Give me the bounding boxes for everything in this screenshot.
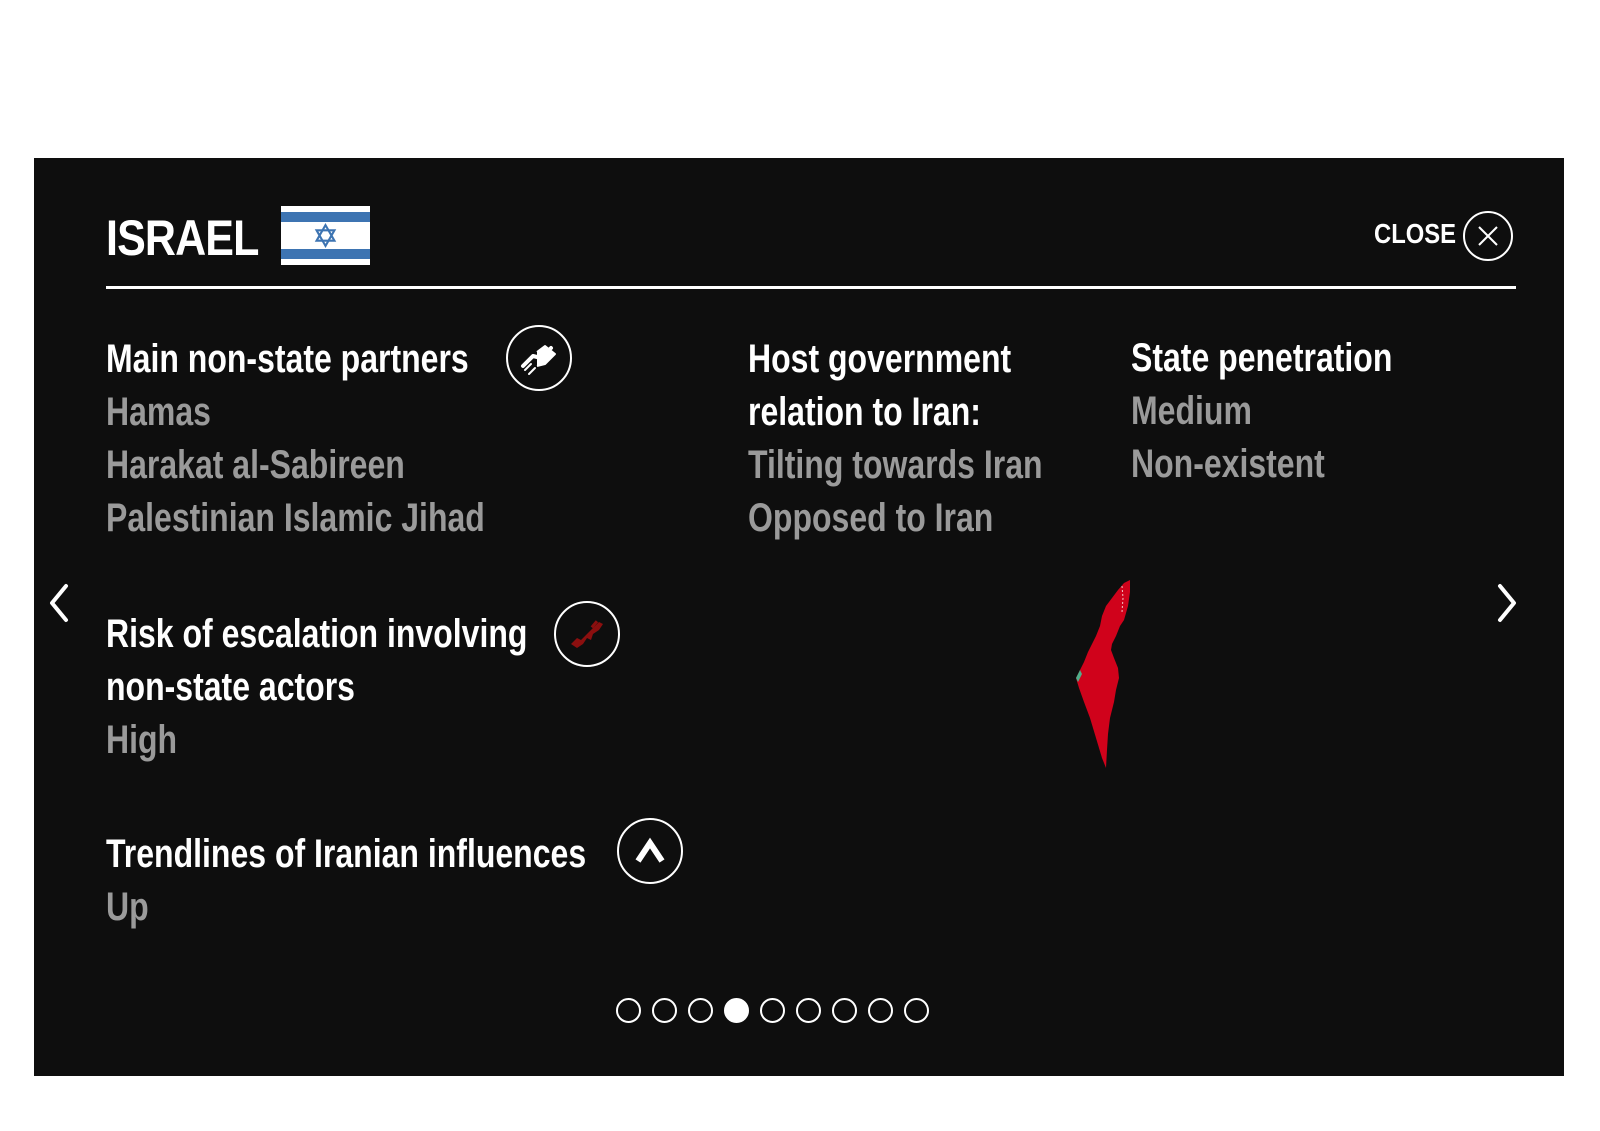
host-gov-heading-line2: relation to Iran: [748,390,981,434]
risk-value: High [106,718,178,762]
pager-dot[interactable] [616,998,641,1023]
host-gov-item: Opposed to Iran [748,496,994,540]
pager-dot[interactable] [724,998,749,1023]
israel-flag [281,206,370,265]
partners-icon-badge [506,325,572,391]
pager-dot[interactable] [868,998,893,1023]
trendlines-value: Up [106,885,149,929]
close-icon [1478,226,1498,246]
risk-heading-line2: non-state actors [106,665,355,709]
pager-dot[interactable] [688,998,713,1023]
country-modal: ISRAEL CLOSE Main non-state partners Ham… [34,158,1564,1076]
risk-icon-badge [554,601,620,667]
next-button[interactable] [1492,578,1522,628]
rifle-icon [571,620,603,648]
partner-item: Harakat al-Sabireen [106,443,405,487]
pager-dot[interactable] [760,998,785,1023]
trend-icon-badge [617,818,683,884]
state-penetration-item: Medium [1131,389,1252,433]
close-button[interactable] [1463,211,1513,261]
pager-dot[interactable] [796,998,821,1023]
star-of-david-icon [314,223,337,248]
host-gov-item: Tilting towards Iran [748,443,1043,487]
flag-stripe-bottom [281,249,370,259]
header-divider [106,286,1516,289]
israel-map [1076,580,1130,768]
trendlines-heading: Trendlines of Iranian influences [106,832,587,876]
state-penetration-item: Non-existent [1131,442,1325,486]
partner-item: Hamas [106,390,211,434]
pager-dot[interactable] [652,998,677,1023]
state-penetration-heading: State penetration [1131,336,1393,380]
host-gov-heading-line1: Host government [748,337,1012,381]
pagination-dots [616,998,929,1023]
country-title: ISRAEL [106,210,259,266]
flag-stripe-top [281,212,370,222]
close-label[interactable]: CLOSE [1374,218,1456,250]
pager-dot[interactable] [832,998,857,1023]
prev-button[interactable] [44,578,74,628]
partners-heading: Main non-state partners [106,337,469,381]
arrow-up-icon [635,837,665,863]
handshake-icon [521,345,556,375]
risk-heading-line1: Risk of escalation involving [106,612,528,656]
pager-dot[interactable] [904,998,929,1023]
partner-item: Palestinian Islamic Jihad [106,496,485,540]
